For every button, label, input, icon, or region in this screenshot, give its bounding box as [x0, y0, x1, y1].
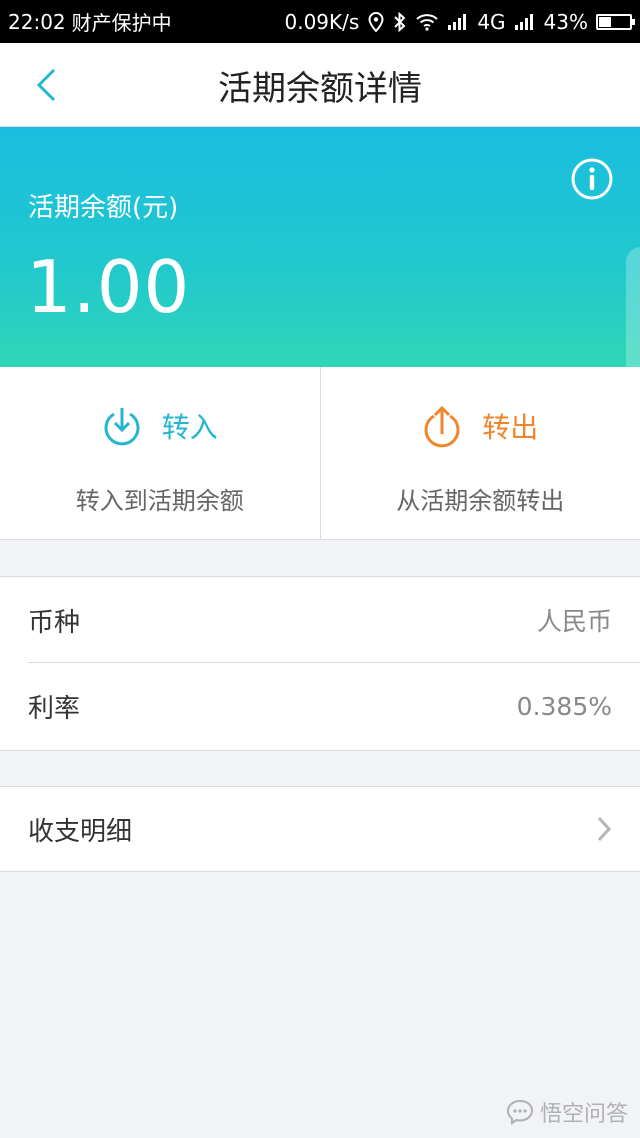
- account-info-list: 币种 人民币 利率 0.385%: [0, 576, 640, 751]
- bluetooth-icon: [393, 11, 407, 32]
- transfer-actions: 转入 转入到活期余额 转出 从活期余额转出: [0, 367, 640, 540]
- chevron-right-icon: [597, 816, 612, 842]
- rate-label: 利率: [28, 693, 81, 724]
- network-speed: 0.09K/s: [284, 9, 360, 34]
- signal-icon: [447, 13, 469, 31]
- battery-icon: [596, 13, 635, 30]
- chat-bubble-icon: [506, 1099, 533, 1125]
- rate-row: 利率 0.385%: [28, 663, 612, 749]
- transaction-details-label: 收支明细: [28, 816, 133, 847]
- watermark: 悟空问答: [506, 1096, 628, 1128]
- balance-banner: 活期余额(元) 1.00: [0, 127, 640, 397]
- transfer-out-label: 转出: [482, 411, 539, 444]
- transfer-in-label: 转入: [161, 411, 218, 444]
- watermark-text: 悟空问答: [539, 1102, 628, 1127]
- transfer-out-button[interactable]: 转出 从活期余额转出: [319, 367, 640, 539]
- status-time: 22:02: [8, 9, 66, 34]
- download-circle-icon: [104, 408, 140, 446]
- nav-bar: 活期余额详情: [0, 43, 640, 127]
- transfer-in-subtitle: 转入到活期余额: [75, 487, 244, 515]
- status-notice: 财产保护中: [71, 11, 172, 35]
- balance-label: 活期余额(元): [28, 193, 179, 223]
- status-bar: 22:02 财产保护中 0.09K/s 4G 43%: [0, 0, 640, 43]
- info-button[interactable]: [570, 157, 614, 201]
- page-title: 活期余额详情: [218, 68, 422, 109]
- currency-value: 人民币: [536, 607, 612, 636]
- currency-label: 币种: [28, 607, 81, 638]
- signal-icon-2: [514, 13, 536, 31]
- wifi-icon: [415, 13, 439, 31]
- transfer-out-subtitle: 从活期余额转出: [396, 487, 565, 515]
- battery-percent: 43%: [543, 9, 588, 34]
- info-icon: [571, 158, 613, 200]
- location-icon: [367, 11, 385, 32]
- rate-value: 0.385%: [516, 691, 612, 721]
- network-type: 4G: [477, 9, 506, 34]
- currency-row: 币种 人民币: [28, 577, 612, 663]
- transfer-in-button[interactable]: 转入 转入到活期余额: [0, 367, 320, 539]
- upload-circle-icon: [424, 405, 460, 448]
- transaction-details-row[interactable]: 收支明细: [0, 786, 640, 872]
- balance-amount: 1.00: [26, 245, 191, 329]
